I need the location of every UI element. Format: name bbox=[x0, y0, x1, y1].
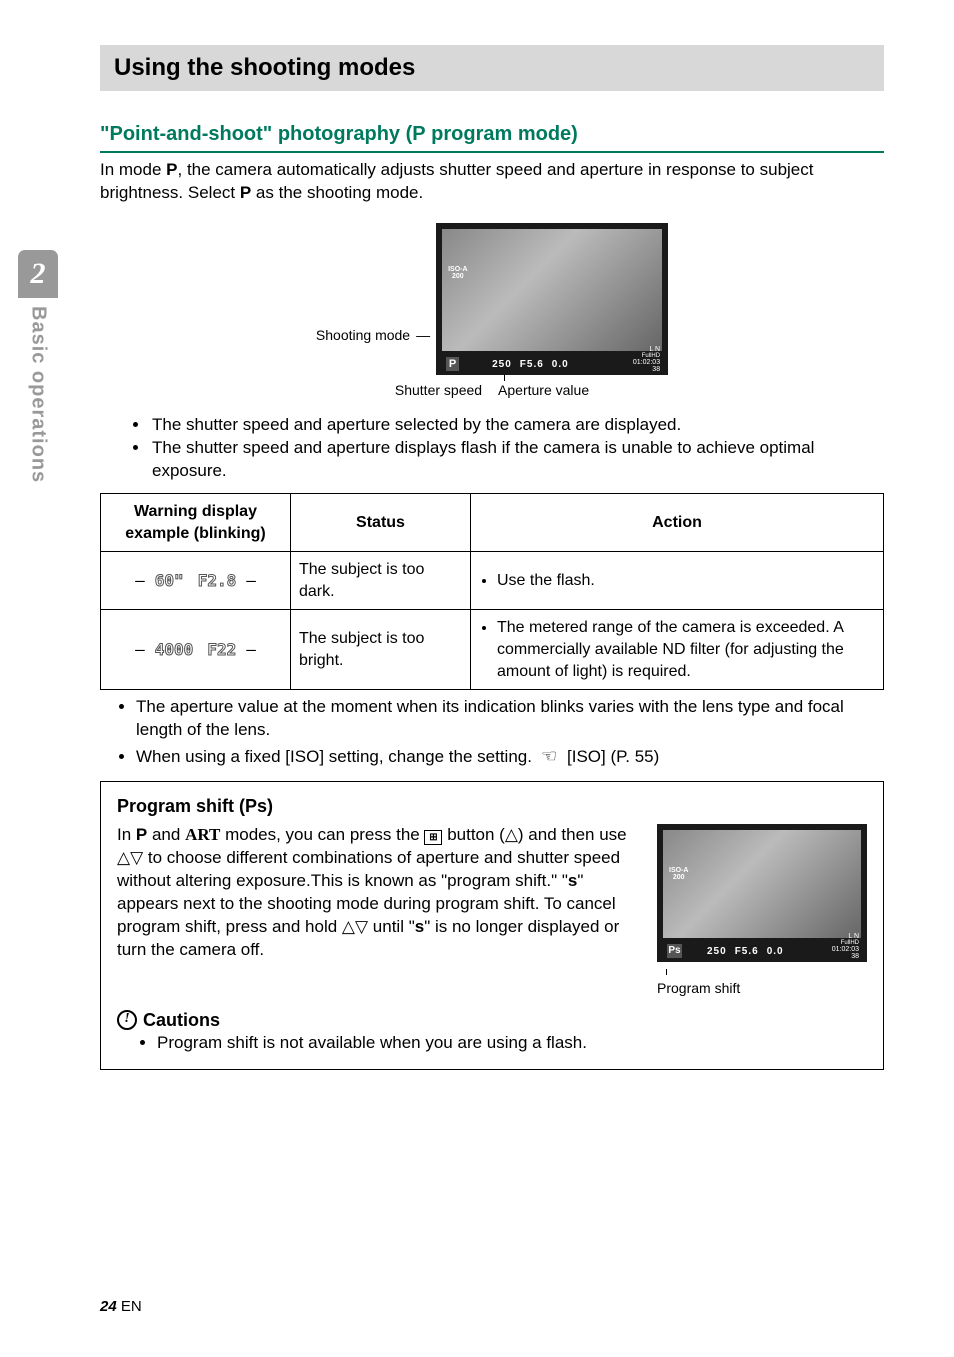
callout-heading: Program shift (Ps) bbox=[117, 794, 867, 818]
action-cell: The metered range of the camera is excee… bbox=[471, 610, 884, 690]
page-title: Using the shooting modes bbox=[100, 45, 884, 91]
shutter-value: 250 bbox=[492, 358, 512, 372]
table-header: Status bbox=[291, 493, 471, 551]
table-header: Action bbox=[471, 493, 884, 551]
ps-mode-indicator: Ps bbox=[667, 944, 682, 958]
status-cell: The subject is too bright. bbox=[291, 610, 471, 690]
list-item: The aperture value at the moment when it… bbox=[136, 696, 884, 742]
section-heading: "Point-and-shoot" photography (P program… bbox=[100, 121, 884, 153]
warning-table: Warning display example (blinking) Statu… bbox=[100, 493, 884, 690]
callout-body: In P and ART modes, you can press the ⊞ … bbox=[117, 824, 635, 962]
exposure-comp-icon: ⊞ bbox=[424, 830, 442, 845]
cautions-list: Program shift is not available when you … bbox=[117, 1032, 867, 1055]
frames-remaining: 38 bbox=[633, 366, 660, 373]
lcd-preview: ISO-A 200 P 250 F5.6 0.0 L N FullHD 01:0… bbox=[436, 223, 668, 375]
up-down-triangles-icon: △▽ bbox=[342, 917, 368, 936]
chapter-number: 2 bbox=[18, 250, 58, 298]
lcd-preview-shift: ISO-A 200 Ps 250 F5.6 0.0 L N FullHD 01:… bbox=[657, 824, 867, 962]
chapter-label: Basic operations bbox=[25, 306, 52, 483]
page-lang: EN bbox=[121, 1298, 142, 1315]
intro-paragraph: In mode P, the camera automatically adju… bbox=[100, 159, 884, 205]
notes-list-1: The shutter speed and aperture selected … bbox=[100, 414, 884, 483]
caution-icon: ! bbox=[117, 1010, 137, 1030]
side-tab: 2 Basic operations bbox=[18, 250, 58, 483]
aperture-value: F5.6 bbox=[520, 358, 544, 372]
action-cell: Use the flash. bbox=[471, 552, 884, 610]
aperture-caption: Aperture value bbox=[498, 381, 589, 400]
up-down-triangles-icon: △▽ bbox=[117, 848, 143, 867]
shooting-mode-label: Shooting mode bbox=[316, 326, 410, 345]
table-row: — 4000 F22— The subject is too bright. T… bbox=[101, 610, 884, 690]
notes-list-2: The aperture value at the moment when it… bbox=[100, 696, 884, 769]
iso-readout: ISO-A 200 bbox=[448, 267, 467, 280]
page-number: 24 bbox=[100, 1298, 117, 1315]
list-item: Program shift is not available when you … bbox=[157, 1032, 867, 1055]
up-triangle-icon: △ bbox=[505, 825, 518, 844]
pointer-line: — bbox=[416, 326, 430, 345]
page-footer: 24 EN bbox=[100, 1297, 142, 1317]
shutter-caption: Shutter speed bbox=[395, 381, 482, 400]
ev-value: 0.0 bbox=[552, 358, 569, 372]
status-cell: The subject is too dark. bbox=[291, 552, 471, 610]
program-shift-callout: Program shift (Ps) In P and ART modes, y… bbox=[100, 781, 884, 1070]
list-item: The shutter speed and aperture displays … bbox=[150, 437, 884, 483]
list-item: The shutter speed and aperture selected … bbox=[150, 414, 884, 437]
warning-display: — 4000 F22— bbox=[101, 610, 291, 690]
rec-time: 01:02:03 bbox=[633, 359, 660, 366]
list-item: When using a fixed [ISO] setting, change… bbox=[136, 744, 884, 769]
table-header: Warning display example (blinking) bbox=[101, 493, 291, 551]
reference-icon: ☞ bbox=[541, 744, 557, 768]
mode-glyph: P bbox=[412, 123, 425, 145]
callout-fig-caption: Program shift bbox=[657, 979, 867, 998]
mode-indicator: P bbox=[446, 357, 459, 371]
figure-1: Shooting mode — ISO-A 200 P 250 F5.6 0.0… bbox=[100, 223, 884, 400]
cautions-heading: ! Cautions bbox=[117, 1008, 867, 1032]
warning-display: — 60" F2.8— bbox=[101, 552, 291, 610]
table-row: — 60" F2.8— The subject is too dark. Use… bbox=[101, 552, 884, 610]
